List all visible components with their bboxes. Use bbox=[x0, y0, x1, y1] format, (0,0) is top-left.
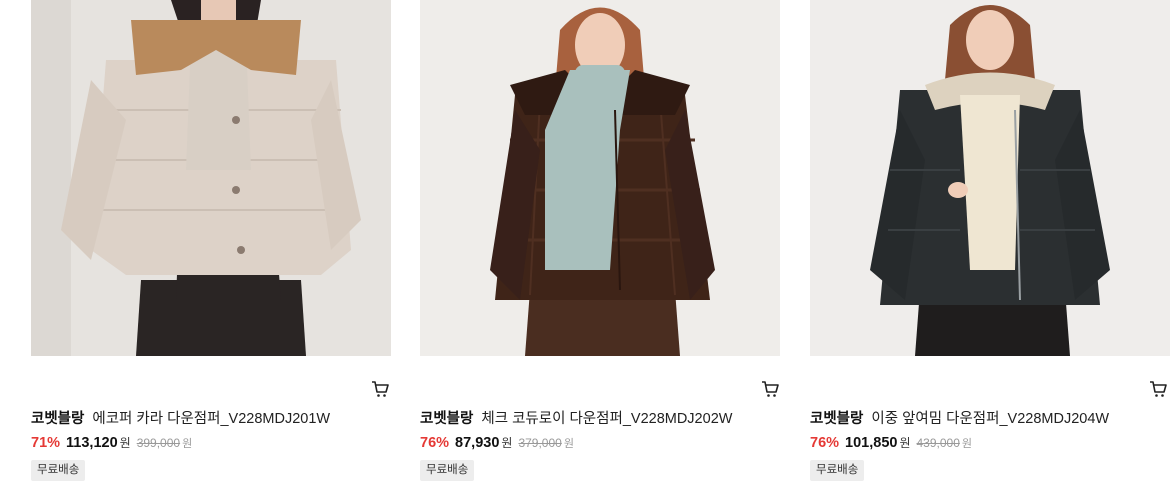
sale-price: 113,120 bbox=[66, 435, 118, 451]
discount-rate: 76% bbox=[420, 435, 450, 451]
product-name: 이중 앞여밈 다운점퍼_V228MDJ204W bbox=[871, 411, 1110, 427]
original-price: 379,000 bbox=[518, 436, 562, 450]
sale-price: 101,850 bbox=[845, 435, 898, 451]
product-image[interactable] bbox=[420, 0, 780, 356]
original-price: 399,000 bbox=[136, 436, 181, 450]
discount-rate: 76% bbox=[810, 435, 840, 451]
product-image[interactable] bbox=[810, 0, 1170, 356]
sale-price: 87,930 bbox=[455, 435, 500, 451]
cart-icon[interactable] bbox=[761, 380, 779, 398]
free-shipping-badge: 무료배송 bbox=[810, 460, 865, 481]
original-price-unit: 원 bbox=[563, 438, 574, 450]
cart-icon[interactable] bbox=[1149, 380, 1167, 398]
product-title[interactable]: 코벳블랑 이중 앞여밈 다운점퍼_V228MDJ204W bbox=[810, 410, 1170, 428]
original-price: 439,000 bbox=[916, 436, 960, 450]
free-shipping-badge: 무료배송 bbox=[31, 460, 86, 481]
price-row: 76% 87,930 원 379,000 원 bbox=[420, 434, 574, 453]
original-price-unit: 원 bbox=[961, 438, 973, 450]
product-card[interactable]: 코벳블랑 이중 앞여밈 다운점퍼_V228MDJ204W 76% 101,850 원 4… bbox=[810, 0, 1170, 493]
original-price-unit: 원 bbox=[182, 438, 193, 450]
product-card[interactable]: 코벳블랑 에코퍼 카라 다운점퍼_V228MDJ201W 71% 113,120 원 3… bbox=[31, 0, 391, 493]
product-image[interactable] bbox=[31, 0, 391, 356]
free-shipping-badge: 무료배송 bbox=[420, 460, 475, 481]
brand-name: 코벳블랑 bbox=[31, 411, 85, 427]
product-title[interactable]: 코벳블랑 체크 코듀로이 다운점퍼_V228MDJ202W bbox=[420, 410, 780, 428]
product-grid: 코벳블랑 에코퍼 카라 다운점퍼_V228MDJ201W 71% 113,120 원 3… bbox=[0, 0, 1174, 493]
price-unit: 원 bbox=[899, 436, 911, 450]
price-unit: 원 bbox=[501, 436, 513, 450]
price-row: 76% 101,850 원 439,000 원 bbox=[810, 434, 972, 453]
product-name: 에코퍼 카라 다운점퍼_V228MDJ201W bbox=[92, 411, 331, 427]
cart-icon[interactable] bbox=[371, 380, 389, 398]
discount-rate: 71% bbox=[31, 435, 61, 451]
product-card[interactable]: 코벳블랑 체크 코듀로이 다운점퍼_V228MDJ202W 76% 87,930 원 3… bbox=[420, 0, 780, 493]
price-row: 71% 113,120 원 399,000 원 bbox=[31, 434, 192, 453]
price-unit: 원 bbox=[119, 436, 131, 450]
brand-name: 코벳블랑 bbox=[420, 411, 474, 427]
product-title[interactable]: 코벳블랑 에코퍼 카라 다운점퍼_V228MDJ201W bbox=[31, 410, 391, 428]
brand-name: 코벳블랑 bbox=[810, 411, 864, 427]
product-name: 체크 코듀로이 다운점퍼_V228MDJ202W bbox=[481, 411, 733, 427]
